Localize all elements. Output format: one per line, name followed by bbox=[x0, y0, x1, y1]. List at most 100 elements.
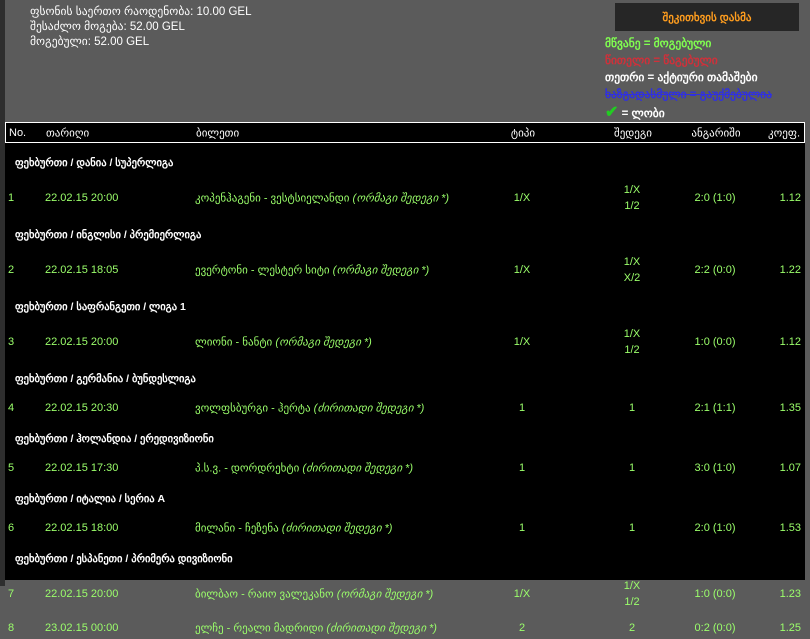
table-header: No. თარიღი ბილეთი ტიპი შედეგი ანგარიში კ… bbox=[5, 122, 805, 143]
col-ticket: ბილეთი bbox=[196, 127, 240, 139]
result-value: 1/2 bbox=[624, 344, 640, 356]
row-ticket: ელჩე - რეალი მადრიდი (ძირითადი შედეგი *) bbox=[195, 622, 437, 635]
result-value: 1 bbox=[628, 462, 636, 474]
possible-win: შესაძლო მოგება: 52.00 GEL bbox=[30, 21, 185, 33]
match-name: ელჩე - რეალი მადრიდი bbox=[195, 622, 324, 635]
row-type: 1/X bbox=[513, 588, 531, 600]
result-value: X/2 bbox=[623, 272, 641, 284]
section-header: ფეხბურთი / ინგლისი / პრემიერლიგა bbox=[15, 229, 202, 241]
row-date: 22.02.15 18:00 bbox=[45, 522, 119, 534]
row-no: 6 bbox=[8, 522, 15, 534]
legend: მწვანე = მოგებული წითელი = წაგებული თეთრ… bbox=[605, 36, 772, 123]
row-no: 5 bbox=[8, 462, 15, 474]
col-date: თარიღი bbox=[46, 127, 90, 139]
row-score: 2:1 (1:1) bbox=[694, 402, 736, 414]
row-type: 1 bbox=[518, 462, 526, 474]
col-result: შედეგი bbox=[614, 127, 652, 139]
market-name: (ძირითადი შედეგი *) bbox=[326, 622, 437, 635]
row-score: 2:0 (1:0) bbox=[694, 192, 736, 204]
table-row[interactable]: 1 22.02.15 20:00 კოპენჰაგენი - ვესტსიელა… bbox=[5, 181, 805, 215]
match-name: ევერტონი - ლესტერ სიტი bbox=[195, 264, 330, 277]
table-row[interactable]: 3 22.02.15 20:00 ლიონი - ნანტი (ორმაგი შ… bbox=[5, 325, 805, 359]
ask-question-button[interactable]: შეკითხვის დასმა bbox=[615, 3, 799, 31]
match-name: ვოლფსბურგი - ჰერტა bbox=[195, 402, 311, 415]
section-header: ფეხბურთი / გერმანია / ბუნდესლიგა bbox=[15, 373, 196, 385]
col-type: ტიპი bbox=[510, 127, 536, 139]
match-name: ლიონი - ნანტი bbox=[195, 336, 273, 349]
row-no: 7 bbox=[8, 588, 15, 600]
result-value: 1/X bbox=[623, 328, 641, 340]
result-value: 1/X bbox=[623, 184, 641, 196]
checkmark-icon: ✔ bbox=[605, 104, 619, 121]
col-no: No. bbox=[9, 126, 27, 139]
result-value: 1/X bbox=[623, 256, 641, 268]
match-name: მილანი - ჩეზენა bbox=[195, 522, 279, 535]
col-score: ანგარიში bbox=[691, 127, 741, 139]
match-name: პ.ს.ვ. - დორდრეხტი bbox=[195, 462, 300, 475]
result-value: 2 bbox=[628, 622, 636, 634]
table-row[interactable]: 4 22.02.15 20:30 ვოლფსბურგი - ჰერტა (ძირ… bbox=[5, 397, 805, 419]
row-date: 22.02.15 20:00 bbox=[45, 192, 119, 204]
row-result: 1/X X/2 bbox=[592, 254, 672, 286]
row-no: 1 bbox=[8, 192, 15, 204]
row-coef: 1.53 bbox=[779, 522, 801, 534]
result-value: 1/2 bbox=[624, 596, 640, 608]
row-score: 1:0 (0:0) bbox=[694, 336, 736, 348]
row-coef: 1.35 bbox=[779, 402, 801, 414]
row-coef: 1.23 bbox=[779, 588, 801, 600]
row-date: 23.02.15 00:00 bbox=[45, 622, 119, 634]
result-value: 1/2 bbox=[624, 200, 640, 212]
result-value: 1 bbox=[628, 522, 636, 534]
match-name: ბილბაო - რაიო ვალეკანო bbox=[195, 588, 334, 601]
row-score: 1:0 (0:0) bbox=[694, 588, 736, 600]
legend-check: = ლობი bbox=[621, 108, 665, 120]
row-score: 0:2 (0:0) bbox=[694, 622, 736, 634]
market-name: (ორმაგი შედეგი *) bbox=[275, 336, 372, 349]
match-name: კოპენჰაგენი - ვესტსიელანდი bbox=[195, 192, 350, 205]
row-date: 22.02.15 17:30 bbox=[45, 462, 119, 474]
row-type: 2 bbox=[518, 622, 526, 634]
row-coef: 1.22 bbox=[779, 264, 801, 276]
table-row[interactable]: 8 23.02.15 00:00 ელჩე - რეალი მადრიდი (ძ… bbox=[5, 617, 805, 639]
row-type: 1/X bbox=[513, 336, 531, 348]
row-type: 1 bbox=[518, 402, 526, 414]
row-result: 1/X 1/2 bbox=[592, 326, 672, 358]
legend-white: თეთრი = აქტიური თამაშები bbox=[605, 72, 758, 84]
market-name: (ორმაგი შედეგი *) bbox=[352, 192, 450, 205]
bets-table: No. თარიღი ბილეთი ტიპი შედეგი ანგარიში კ… bbox=[5, 122, 805, 635]
table-row[interactable]: 7 22.02.15 20:00 ბილბაო - რაიო ვალეკანო … bbox=[5, 577, 805, 611]
row-result: 1/X 1/2 bbox=[592, 578, 672, 610]
won-amount: მოგებული: 52.00 GEL bbox=[30, 36, 150, 48]
row-ticket: პ.ს.ვ. - დორდრეხტი (ძირითადი შედეგი *) bbox=[195, 462, 413, 475]
row-ticket: ევერტონი - ლესტერ სიტი (ორმაგი შედეგი *) bbox=[195, 264, 429, 277]
row-score: 2:2 (0:0) bbox=[694, 264, 736, 276]
market-name: (ორმაგი შედეგი *) bbox=[332, 264, 430, 277]
row-date: 22.02.15 20:00 bbox=[45, 336, 119, 348]
row-result: 1 bbox=[592, 521, 672, 535]
legend-green: მწვანე = მოგებული bbox=[605, 38, 712, 50]
result-value: 1 bbox=[628, 402, 636, 414]
market-name: (ძირითადი შედეგი *) bbox=[281, 522, 393, 535]
row-score: 3:0 (1:0) bbox=[694, 462, 736, 474]
row-coef: 1.07 bbox=[779, 462, 801, 474]
row-no: 8 bbox=[8, 622, 15, 634]
table-row[interactable]: 5 22.02.15 17:30 პ.ს.ვ. - დორდრეხტი (ძირ… bbox=[5, 457, 805, 479]
section-header: ფეხბურთი / დანია / სუპერლიგა bbox=[15, 157, 174, 169]
row-type: 1 bbox=[518, 522, 526, 534]
row-ticket: მილანი - ჩეზენა (ძირითადი შედეგი *) bbox=[195, 522, 392, 535]
row-type: 1/X bbox=[513, 192, 531, 204]
row-no: 2 bbox=[8, 264, 15, 276]
total-bet: ფსონის საერთო რაოდენობა: 10.00 GEL bbox=[30, 6, 252, 18]
table-row[interactable]: 6 22.02.15 18:00 მილანი - ჩეზენა (ძირითა… bbox=[5, 517, 805, 539]
row-ticket: ბილბაო - რაიო ვალეკანო (ორმაგი შედეგი *) bbox=[195, 588, 433, 601]
table-row[interactable]: 2 22.02.15 18:05 ევერტონი - ლესტერ სიტი … bbox=[5, 253, 805, 287]
col-coef: კოეფ. bbox=[768, 127, 800, 139]
row-result: 1 bbox=[592, 401, 672, 415]
market-name: (ძირითადი შედეგი *) bbox=[302, 462, 413, 475]
row-ticket: ლიონი - ნანტი (ორმაგი შედეგი *) bbox=[195, 336, 372, 349]
row-date: 22.02.15 20:00 bbox=[45, 588, 119, 600]
row-score: 2:0 (1:0) bbox=[694, 522, 736, 534]
row-date: 22.02.15 18:05 bbox=[45, 264, 119, 276]
row-ticket: ვოლფსბურგი - ჰერტა (ძირითადი შედეგი *) bbox=[195, 402, 424, 415]
market-name: (ძირითადი შედეგი *) bbox=[313, 402, 425, 415]
